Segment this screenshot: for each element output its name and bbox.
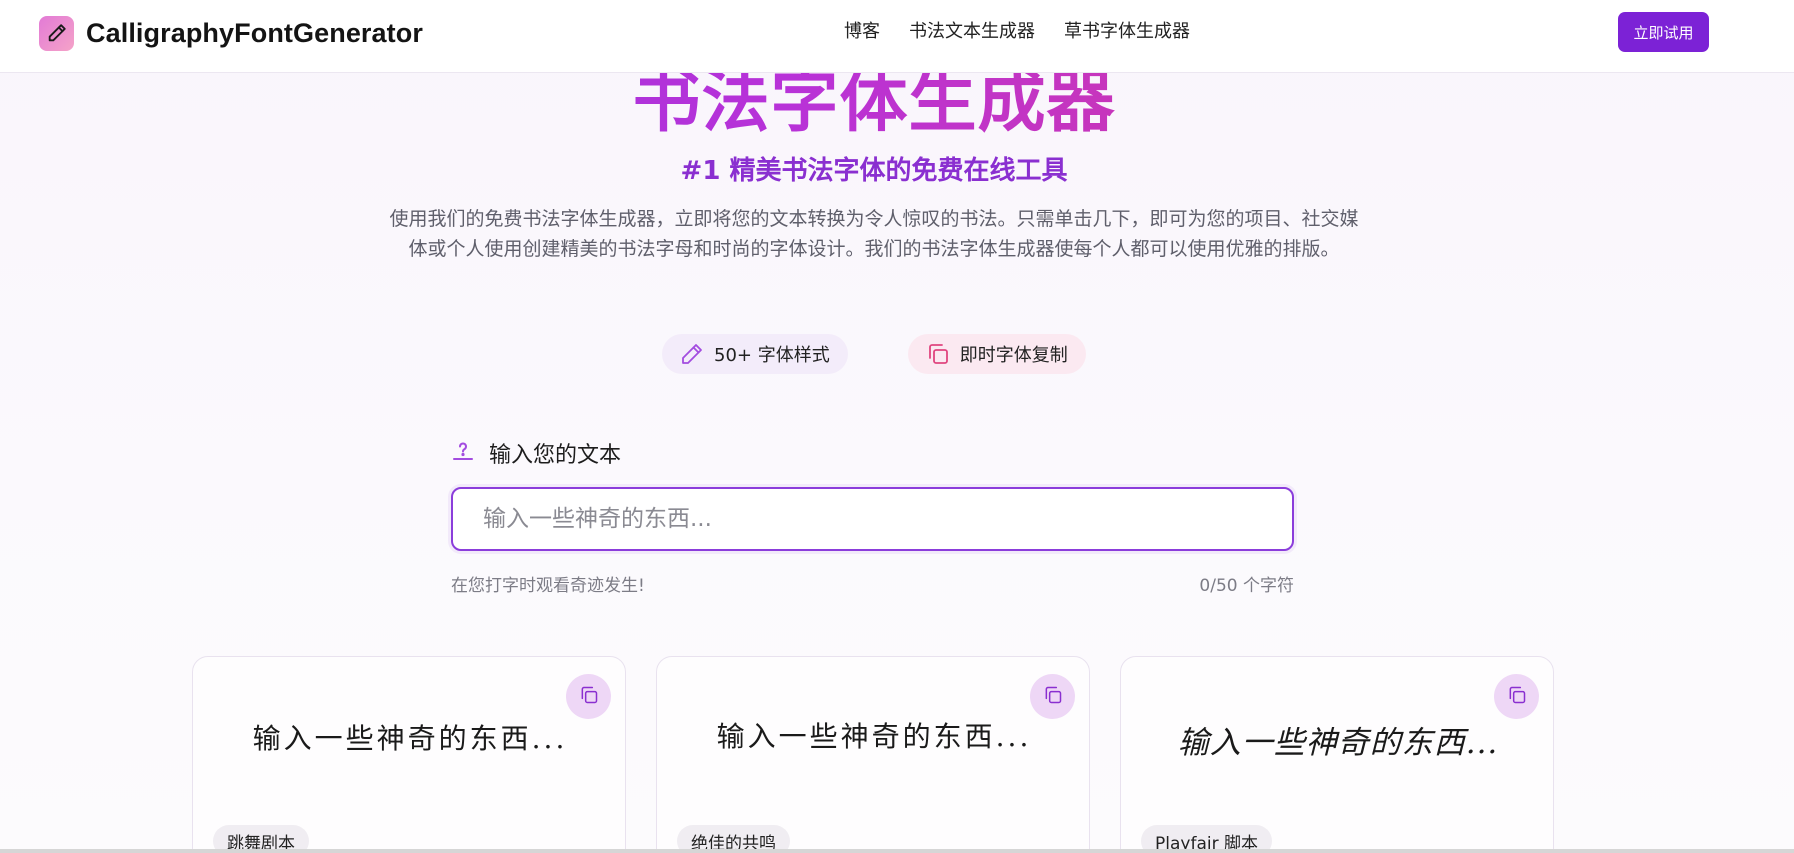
page: CalligraphyFontGenerator 博客 书法文本生成器 草书字体… xyxy=(0,0,1794,853)
feature-instant-copy: 即时字体复制 xyxy=(907,334,1086,374)
feature-font-styles: 50+ 字体样式 xyxy=(662,334,848,374)
font-card[interactable]: 输入一些神奇的东西... 跳舞剧本 xyxy=(192,656,626,853)
page-subtitle: #1 精美书法字体的免费在线工具 xyxy=(680,156,1068,186)
hero-description: 使用我们的免费书法字体生成器，立即将您的文本转换为令人惊叹的书法。只需单击几下，… xyxy=(389,208,1359,260)
nav-item-blog[interactable]: 博客 xyxy=(844,20,880,44)
character-counter: 0/50 个字符 xyxy=(1199,576,1294,596)
font-preview-text: 输入一些神奇的东西... xyxy=(1177,725,1499,761)
try-now-button[interactable]: 立即试用 xyxy=(1618,12,1709,52)
font-preview-text: 输入一些神奇的东西... xyxy=(716,720,1032,753)
pen-icon xyxy=(39,15,74,51)
font-card[interactable]: 输入一些神奇的东西... Playfair 脚本 xyxy=(1120,656,1554,853)
site-header: CalligraphyFontGenerator 博客 书法文本生成器 草书字体… xyxy=(0,0,1794,73)
font-card[interactable]: 输入一些神奇的东西... 绝佳的共鸣 xyxy=(656,656,1090,853)
copy-button[interactable] xyxy=(1030,674,1075,719)
input-hint: 在您打字时观看奇迹发生! xyxy=(451,576,645,596)
text-input[interactable] xyxy=(451,487,1294,551)
font-cards: 输入一些神奇的东西... 跳舞剧本 输入一些神奇的东西... 绝佳的共鸣 输入一… xyxy=(192,656,1554,853)
feature-label: 即时字体复制 xyxy=(959,345,1068,366)
logo-link[interactable]: CalligraphyFontGenerator xyxy=(39,15,423,51)
copy-button[interactable] xyxy=(566,674,611,719)
feature-label: 50+ 字体样式 xyxy=(714,345,830,366)
copy-button[interactable] xyxy=(1494,674,1539,719)
main-nav: 博客 书法文本生成器 草书字体生成器 xyxy=(844,20,1190,44)
pencil-icon xyxy=(680,342,704,366)
nav-item-cursive-font-generator[interactable]: 草书字体生成器 xyxy=(1064,20,1190,44)
copy-icon xyxy=(579,685,599,708)
input-label-text: 输入您的文本 xyxy=(489,443,622,468)
copy-icon xyxy=(926,342,950,366)
copy-icon xyxy=(1507,685,1527,708)
logo-text: CalligraphyFontGenerator xyxy=(86,17,423,48)
copy-icon xyxy=(1043,685,1063,708)
font-preview-text: 输入一些神奇的东西... xyxy=(252,722,568,755)
input-label: 输入您的文本 xyxy=(451,437,621,469)
nav-item-calligraphy-text-generator[interactable]: 书法文本生成器 xyxy=(909,20,1035,44)
feature-pills: 50+ 字体样式 即时字体复制 xyxy=(662,334,1086,374)
type-icon xyxy=(451,438,475,468)
horizontal-scrollbar[interactable] xyxy=(0,849,1794,853)
